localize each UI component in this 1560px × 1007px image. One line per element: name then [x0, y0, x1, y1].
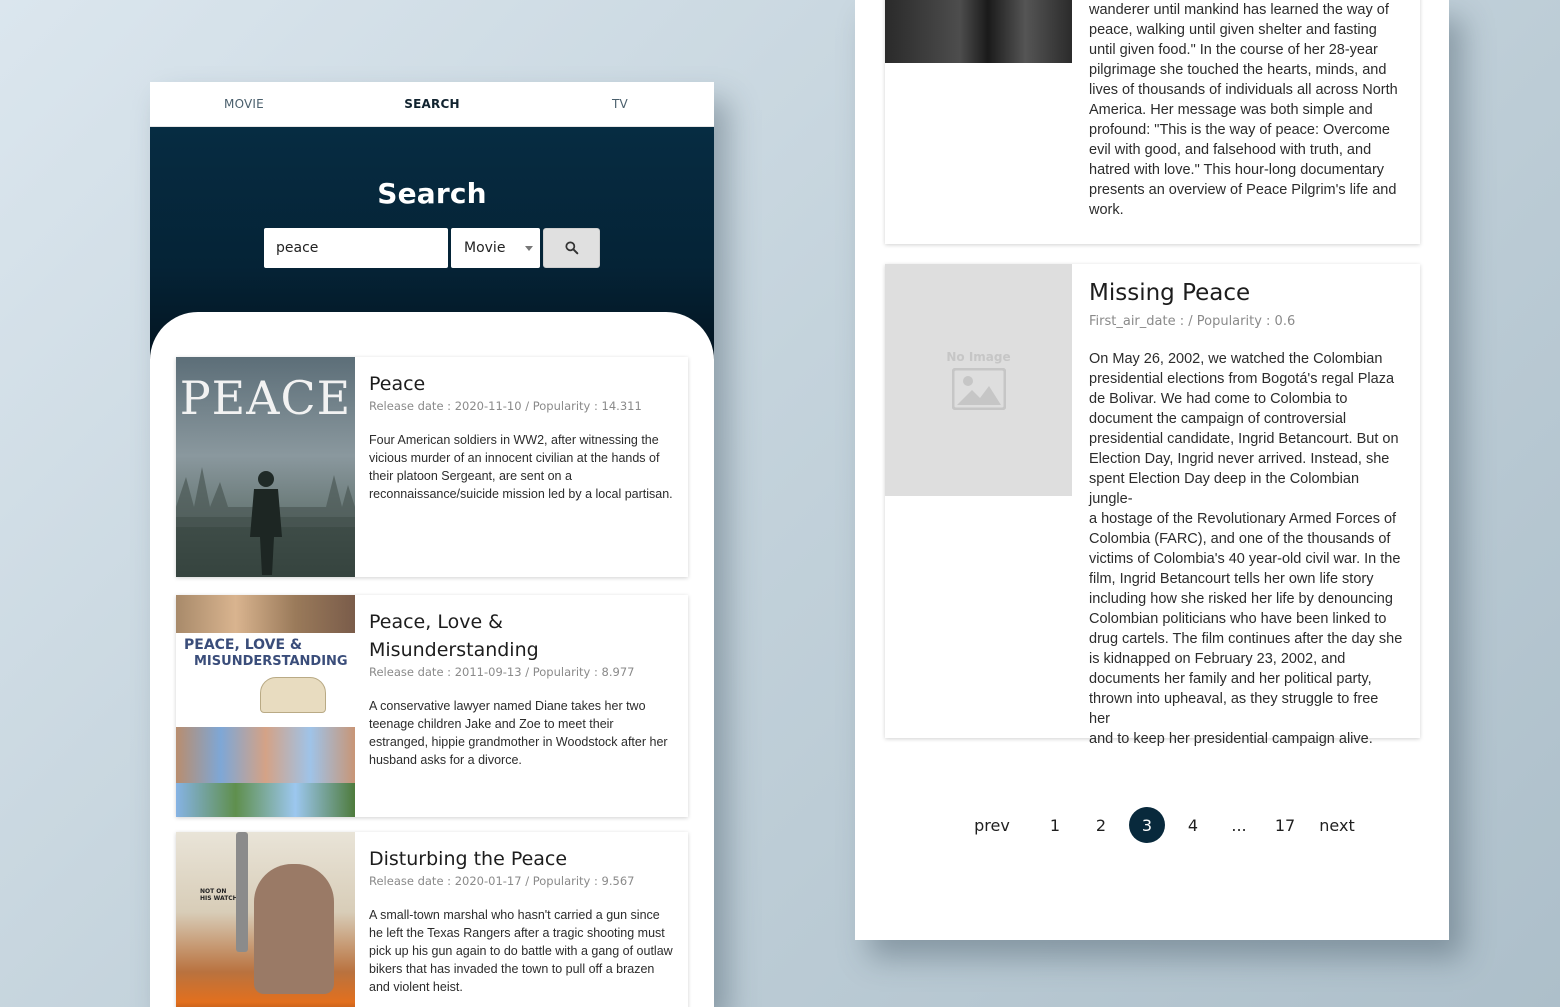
results-list: PEACE Peace Release date : 2020-11-10 / … [150, 312, 714, 1007]
poster-photo-strip [176, 727, 355, 783]
poster-peace-love: PEACE, LOVE & MISUNDERSTANDING [176, 595, 355, 817]
image-icon [951, 368, 1006, 410]
overview-line: until given food." In the course of her … [1089, 42, 1378, 58]
overview-line: presidential elections from Bogotá's reg… [1089, 371, 1395, 387]
overview-line: film, Ingrid Betancourt tells her own li… [1089, 571, 1374, 587]
result-card[interactable]: PEACE Peace Release date : 2020-11-10 / … [176, 357, 688, 577]
result-title[interactable]: Disturbing the Peace [369, 845, 675, 873]
overview-line: work. [1089, 202, 1124, 218]
tab-search[interactable]: SEARCH [338, 82, 526, 126]
pagination-page[interactable]: 17 [1267, 807, 1303, 843]
overview-line: presents an overview of Peace Pilgrim's … [1089, 182, 1397, 198]
result-card[interactable]: No Image Missing Peace First_air_date : … [885, 264, 1420, 747]
result-overview: Four American soldiers in WW2, after wit… [369, 433, 673, 501]
overview-line: Election Day, Ingrid never arrived. Inst… [1089, 451, 1390, 467]
result-overview: wanderer until mankind has learned the w… [1089, 0, 1398, 220]
search-input[interactable] [264, 228, 448, 268]
no-image-label: No Image [946, 350, 1011, 364]
results-screen-scrolled: wanderer until mankind has learned the w… [855, 0, 1449, 940]
overview-line: presidential candidate, Ingrid Betancour… [1089, 431, 1399, 447]
tab-movie[interactable]: MOVIE [150, 82, 338, 126]
pagination-page[interactable]: 4 [1175, 807, 1211, 843]
search-button[interactable] [543, 228, 600, 268]
pagination-prev[interactable]: prev [963, 807, 1021, 843]
overview-line: is kidnapped on February 23, 2002, and [1089, 651, 1346, 667]
poster-photo-strip [176, 595, 355, 633]
overview-line: de Bolivar. We had come to Colombia to [1089, 391, 1348, 407]
poster-peace: PEACE [176, 357, 355, 577]
pagination-page-current[interactable]: 3 [1129, 807, 1165, 843]
result-meta: Release date : 2020-01-17 / Popularity :… [369, 874, 635, 888]
overview-line: evil with good, and falsehood with truth… [1089, 142, 1372, 158]
overview-line: drug cartels. The film continues after t… [1089, 631, 1403, 647]
poster-placeholder: No Image [885, 264, 1072, 738]
overview-line: wanderer until mankind has learned the w… [1089, 2, 1389, 18]
poster-title-text: PEACE, LOVE & [184, 637, 303, 653]
overview-line: lives of thousands of individuals all ac… [1089, 82, 1398, 98]
result-title[interactable]: Peace, Love & Misunderstanding [369, 608, 675, 664]
overview-line: documents her family and her political p… [1089, 671, 1372, 687]
poster-disturbing-the-peace: NOT ON HIS WATCH [176, 832, 355, 1007]
overview-line: Colombian politicians who have been link… [1089, 611, 1387, 627]
no-image-placeholder: No Image [885, 264, 1072, 496]
overview-line: On May 26, 2002, we watched the Colombia… [1089, 351, 1383, 367]
poster-car [260, 677, 326, 713]
result-overview: A small-town marshal who hasn't carried … [369, 908, 673, 994]
poster-bw-photo [885, 0, 1072, 63]
poster-revolver [236, 832, 248, 952]
search-icon [564, 241, 578, 255]
page-title: Search [377, 177, 487, 210]
poster-face [254, 864, 334, 994]
result-overview: On May 26, 2002, we watched the Colombia… [1089, 349, 1403, 749]
search-bar: Movie [264, 228, 600, 268]
result-card[interactable]: NOT ON HIS WATCH Disturbing the Peace Re… [176, 832, 688, 1007]
overview-line: document the campaign of controversial [1089, 411, 1347, 427]
result-title[interactable]: Missing Peace [1089, 280, 1403, 306]
media-type-select[interactable]: Movie [451, 228, 540, 268]
result-title[interactable]: Peace [369, 370, 675, 398]
tab-tv[interactable]: TV [526, 82, 714, 126]
poster-title-text: MISUNDERSTANDING [194, 654, 348, 669]
overview-line: pilgrimage she touched the hearts, minds… [1089, 62, 1387, 78]
overview-line: victims of Colombia's 40 year-old civil … [1089, 551, 1401, 567]
result-overview: A conservative lawyer named Diane takes … [369, 699, 668, 767]
soldier-illustration [176, 467, 355, 577]
pagination-page[interactable]: 1 [1037, 807, 1073, 843]
pagination-page[interactable]: 2 [1083, 807, 1119, 843]
overview-line: peace, walking until given shelter and f… [1089, 22, 1377, 38]
poster-tagline: NOT ON HIS WATCH [200, 888, 238, 902]
result-card[interactable]: wanderer until mankind has learned the w… [885, 0, 1420, 244]
overview-line: and to keep her presidential campaign al… [1089, 731, 1373, 747]
chevron-down-icon [525, 246, 533, 251]
result-card[interactable]: PEACE, LOVE & MISUNDERSTANDING Peace, Lo… [176, 595, 688, 817]
media-type-value: Movie [464, 240, 506, 256]
pagination-next[interactable]: next [1313, 807, 1361, 843]
overview-line: a hostage of the Revolutionary Armed For… [1089, 511, 1397, 527]
search-screen: MOVIE SEARCH TV Search Movie PEACE [150, 82, 714, 1007]
overview-line: America. Her message was both simple and [1089, 102, 1373, 118]
result-meta: Release date : 2011-09-13 / Popularity :… [369, 665, 635, 679]
poster-photo-strip [176, 783, 355, 817]
overview-line: spent Election Day deep in the Colombian… [1089, 471, 1360, 507]
pagination: prev 1 2 3 4 ... 17 next [963, 806, 1361, 844]
overview-line: profound: "This is the way of peace: Ove… [1089, 122, 1390, 138]
result-meta: Release date : 2020-11-10 / Popularity :… [369, 399, 642, 413]
overview-line: Colombia (FARC), and one of the thousand… [1089, 531, 1391, 547]
overview-line: thrown into upheaval, as they struggle t… [1089, 691, 1379, 727]
overview-line: hatred with love." This hour-long docume… [1089, 162, 1385, 178]
overview-line: including how she risked her life by den… [1089, 591, 1393, 607]
pagination-ellipsis: ... [1231, 815, 1247, 835]
top-tabs: MOVIE SEARCH TV [150, 82, 714, 127]
result-meta: First_air_date : / Popularity : 0.6 [1089, 314, 1296, 329]
poster-peace-pilgrim [885, 0, 1072, 244]
